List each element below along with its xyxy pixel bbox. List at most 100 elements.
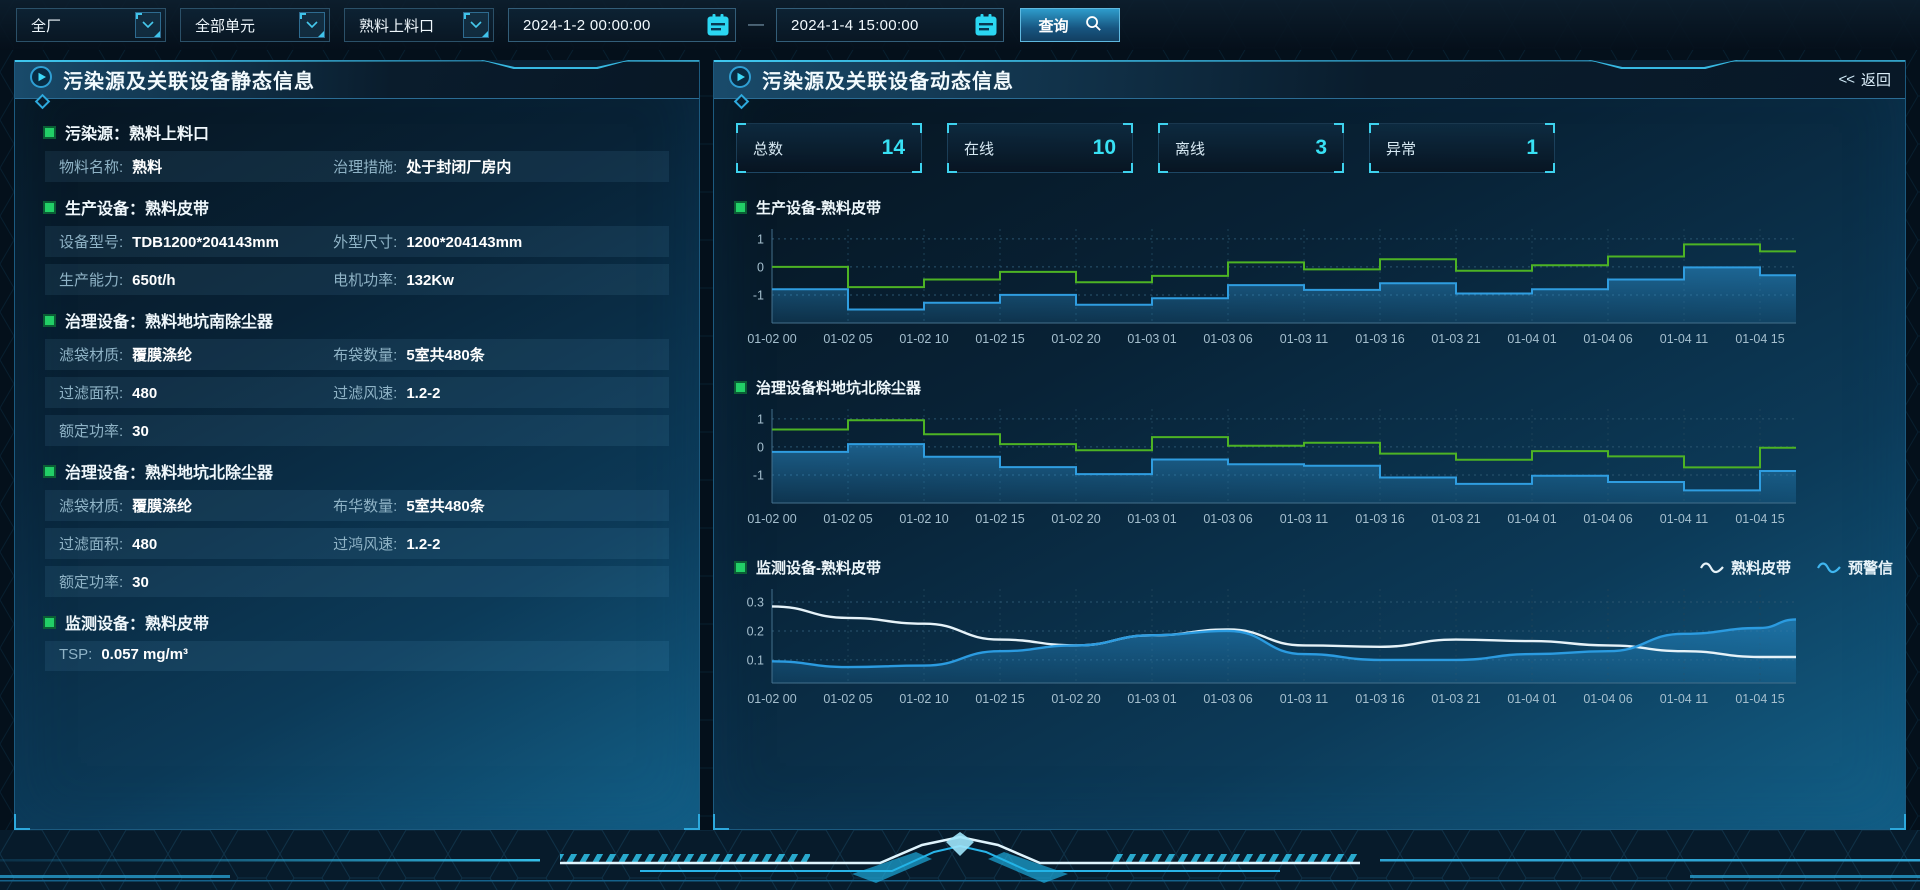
green-square-icon — [45, 203, 54, 212]
section-header-monitoring-equipment: 监测设备：熟料皮带 — [45, 610, 669, 634]
svg-text:01-04 11: 01-04 11 — [1660, 332, 1708, 346]
stat-label: 在线 — [964, 138, 994, 159]
date-to-value: 2024-1-4 15:00:00 — [791, 17, 919, 34]
info-label: 生产能力: — [59, 269, 123, 290]
info-row: 滤袋材质:覆膜涤纶 布华数量:5室共480条 — [45, 490, 669, 521]
svg-text:01-02 00: 01-02 00 — [747, 512, 796, 526]
stat-card-offline: 离线 3 — [1158, 123, 1344, 173]
info-value: 650t/h — [132, 272, 175, 289]
info-label: 布华数量: — [333, 495, 397, 516]
source-select-value: 熟料上料口 — [359, 15, 434, 36]
chart-canvas-monitoring: 0.30.20.101-02 0001-02 0501-02 1001-02 1… — [736, 583, 1826, 717]
wave-icon — [1817, 560, 1841, 574]
svg-text:1: 1 — [757, 412, 764, 426]
legend-item-warning[interactable]: 预警信 — [1817, 557, 1893, 578]
svg-text:01-03 11: 01-03 11 — [1280, 512, 1328, 526]
chevron-down-icon[interactable] — [463, 12, 489, 38]
stat-value: 14 — [882, 136, 905, 160]
info-value: 5室共480条 — [406, 495, 484, 516]
plant-select[interactable]: 全厂 — [16, 8, 166, 42]
info-value: 1.2-2 — [406, 385, 440, 402]
chart-title: 监测设备-熟料皮带 — [756, 557, 881, 578]
svg-text:01-02 10: 01-02 10 — [899, 692, 948, 706]
stat-value: 3 — [1315, 136, 1327, 160]
svg-text:01-04 06: 01-04 06 — [1583, 692, 1632, 706]
info-row: 额定功率:30 — [45, 566, 669, 597]
green-square-icon — [45, 618, 54, 627]
static-info-panel-title: 污染源及关联设备静态信息 — [63, 65, 315, 94]
stat-card-total: 总数 14 — [736, 123, 922, 173]
info-value: 覆膜涤纶 — [132, 344, 192, 365]
svg-text:0: 0 — [757, 440, 764, 454]
info-label: 过鸿风速: — [333, 533, 397, 554]
info-label: 设备型号: — [59, 231, 123, 252]
svg-text:01-03 11: 01-03 11 — [1280, 332, 1328, 346]
plant-select-value: 全厂 — [31, 15, 61, 36]
query-button[interactable]: 查询 — [1020, 8, 1120, 42]
svg-text:01-03 06: 01-03 06 — [1203, 332, 1252, 346]
chart-block-monitoring: 监测设备-熟料皮带 熟料皮带 预警信 0.30.20.101-02 0001-0… — [736, 555, 1883, 717]
panel-corner-decoration — [684, 814, 700, 830]
chevron-down-icon[interactable] — [135, 12, 161, 38]
info-label: 额定功率: — [59, 420, 123, 441]
svg-text:01-04 11: 01-04 11 — [1660, 692, 1708, 706]
info-label: 过滤面积: — [59, 382, 123, 403]
info-value: 熟料 — [132, 156, 162, 177]
svg-text:01-03 06: 01-03 06 — [1203, 512, 1252, 526]
svg-text:01-04 06: 01-04 06 — [1583, 332, 1632, 346]
info-label: TSP: — [59, 646, 92, 663]
panel-corner-decoration — [713, 814, 729, 830]
svg-text:01-04 01: 01-04 01 — [1507, 512, 1556, 526]
svg-text:01-04 15: 01-04 15 — [1735, 332, 1784, 346]
date-to-input[interactable]: 2024-1-4 15:00:00 — [776, 8, 1004, 42]
stat-value: 10 — [1093, 136, 1116, 160]
info-row: 设备型号:TDB1200*204143mm 外型尺寸:1200*204143mm — [45, 226, 669, 257]
stat-label: 离线 — [1175, 138, 1205, 159]
chart-block-treatment: 治理设备料地坑北除尘器 10-101-02 0001-02 0501-02 10… — [736, 375, 1883, 537]
stat-value: 1 — [1526, 136, 1538, 160]
dynamic-info-panel-header: 污染源及关联设备动态信息 << 返回 — [714, 61, 1905, 99]
chart-canvas-production: 10-101-02 0001-02 0501-02 1001-02 1501-0… — [736, 223, 1826, 357]
calendar-icon[interactable] — [705, 12, 731, 38]
svg-text:0: 0 — [757, 260, 764, 274]
source-select[interactable]: 熟料上料口 — [344, 8, 494, 42]
back-button[interactable]: << 返回 — [1838, 61, 1891, 98]
svg-text:01-03 21: 01-03 21 — [1431, 512, 1480, 526]
unit-select-value: 全部单元 — [195, 15, 255, 36]
svg-text:01-02 20: 01-02 20 — [1051, 512, 1100, 526]
dynamic-info-panel: 污染源及关联设备动态信息 << 返回 总数 14 在线 10 离线 3 — [713, 60, 1906, 830]
info-label: 外型尺寸: — [333, 231, 397, 252]
info-value: 1.2-2 — [406, 536, 440, 553]
info-label: 过滤面积: — [59, 533, 123, 554]
section-header-production-equipment: 生产设备：熟料皮带 — [45, 195, 669, 219]
legend-item-belt[interactable]: 熟料皮带 — [1700, 557, 1791, 578]
info-row: 滤袋材质:覆膜涤纶 布袋数量:5室共480条 — [45, 339, 669, 370]
svg-text:01-02 15: 01-02 15 — [975, 512, 1024, 526]
unit-select[interactable]: 全部单元 — [180, 8, 330, 42]
chevron-down-icon[interactable] — [299, 12, 325, 38]
static-info-panel: 污染源及关联设备静态信息 污染源：熟料上料口 物料名称:熟料 治理措施:处于封闭… — [14, 60, 700, 830]
svg-text:01-03 01: 01-03 01 — [1127, 692, 1176, 706]
svg-text:01-02 20: 01-02 20 — [1051, 692, 1100, 706]
info-row: 物料名称:熟料 治理措施:处于封闭厂房内 — [45, 151, 669, 182]
svg-text:01-03 06: 01-03 06 — [1203, 692, 1252, 706]
chart-title: 生产设备-熟料皮带 — [756, 197, 881, 218]
panel-corner-decoration — [1890, 814, 1906, 830]
info-row: 生产能力:650t/h 电机功率:132Kw — [45, 264, 669, 295]
green-square-icon — [736, 563, 745, 572]
info-value: 30 — [132, 423, 149, 440]
svg-text:-1: -1 — [753, 468, 764, 482]
calendar-icon[interactable] — [973, 12, 999, 38]
svg-text:01-02 15: 01-02 15 — [975, 332, 1024, 346]
info-value: 480 — [132, 536, 157, 553]
svg-text:01-02 05: 01-02 05 — [823, 332, 872, 346]
svg-text:01-03 16: 01-03 16 — [1355, 332, 1404, 346]
svg-text:01-02 00: 01-02 00 — [747, 332, 796, 346]
play-circle-icon — [29, 65, 53, 94]
svg-text:01-04 01: 01-04 01 — [1507, 692, 1556, 706]
svg-text:01-02 20: 01-02 20 — [1051, 332, 1100, 346]
date-from-input[interactable]: 2024-1-2 00:00:00 — [508, 8, 736, 42]
chevron-double-left-icon: << — [1838, 71, 1854, 88]
info-value: 处于封闭厂房内 — [406, 156, 511, 177]
svg-text:01-03 01: 01-03 01 — [1127, 512, 1176, 526]
